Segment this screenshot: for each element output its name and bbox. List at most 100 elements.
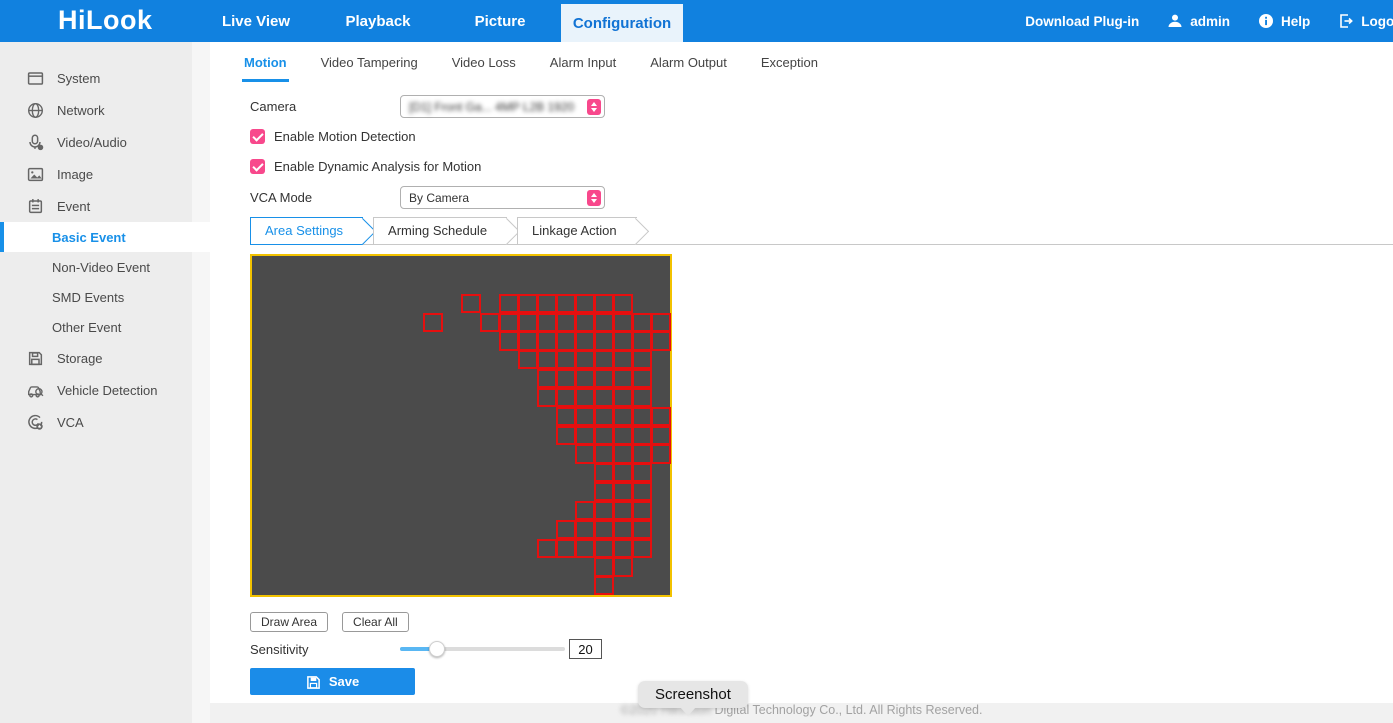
motion-grid-cell[interactable]	[537, 331, 557, 350]
motion-grid-cell[interactable]	[613, 407, 633, 426]
nav-tab-playback[interactable]: Playback	[317, 0, 439, 42]
motion-grid-cell[interactable]	[651, 407, 671, 426]
vca-mode-select[interactable]: By Camera	[400, 186, 605, 209]
motion-grid-cell[interactable]	[632, 482, 652, 501]
slider-thumb[interactable]	[429, 641, 445, 657]
tab-alarm-output[interactable]: Alarm Output	[648, 55, 729, 82]
motion-grid-cell[interactable]	[632, 444, 652, 463]
motion-grid-cell[interactable]	[594, 407, 614, 426]
motion-grid-cell[interactable]	[632, 520, 652, 539]
motion-grid-cell[interactable]	[537, 313, 557, 332]
motion-grid-cell[interactable]	[613, 482, 633, 501]
motion-grid-cell[interactable]	[556, 294, 576, 313]
motion-grid-cell[interactable]	[594, 313, 614, 332]
sidebar-item-basic-event[interactable]: Basic Event	[0, 222, 210, 252]
motion-grid-cell[interactable]	[594, 388, 614, 407]
motion-grid-cell[interactable]	[575, 520, 595, 539]
motion-grid-cell[interactable]	[518, 350, 538, 369]
motion-grid-cell[interactable]	[575, 294, 595, 313]
enable-motion-checkbox[interactable]	[250, 129, 265, 144]
motion-grid-cell[interactable]	[613, 369, 633, 388]
motion-grid-cell[interactable]	[537, 350, 557, 369]
motion-grid-cell[interactable]	[556, 539, 576, 558]
motion-grid-cell[interactable]	[423, 313, 443, 332]
motion-grid-cell[interactable]	[613, 557, 633, 576]
tab-exception[interactable]: Exception	[759, 55, 820, 82]
save-button[interactable]: Save	[250, 668, 415, 695]
motion-grid-cell[interactable]	[632, 331, 652, 350]
motion-grid-cell[interactable]	[613, 520, 633, 539]
subtab-arming-schedule[interactable]: Arming Schedule	[373, 217, 507, 245]
sensitivity-slider[interactable]	[400, 641, 565, 657]
motion-grid-cell[interactable]	[651, 313, 671, 332]
motion-grid-cell[interactable]	[632, 539, 652, 558]
motion-grid-cell[interactable]	[632, 501, 652, 520]
motion-grid-cell[interactable]	[575, 539, 595, 558]
motion-grid-cell[interactable]	[556, 331, 576, 350]
motion-grid-cell[interactable]	[575, 369, 595, 388]
motion-grid-cell[interactable]	[613, 313, 633, 332]
motion-grid-cell[interactable]	[594, 576, 614, 595]
motion-grid-cell[interactable]	[632, 426, 652, 445]
motion-grid-cell[interactable]	[556, 520, 576, 539]
motion-grid-cell[interactable]	[651, 331, 671, 350]
motion-grid-cell[interactable]	[613, 444, 633, 463]
sidebar-item-vehicle-detection[interactable]: Vehicle Detection	[0, 374, 210, 406]
camera-select[interactable]: [D1] Front Ga... 4MP L2B 1920	[400, 95, 605, 118]
motion-grid-cell[interactable]	[518, 294, 538, 313]
motion-grid-cell[interactable]	[594, 557, 614, 576]
motion-grid-cell[interactable]	[461, 294, 481, 313]
download-plugin-menu-item[interactable]: Download Plug-in	[1025, 14, 1139, 29]
motion-grid-cell[interactable]	[575, 407, 595, 426]
motion-grid-cell[interactable]	[632, 313, 652, 332]
motion-grid-cell[interactable]	[594, 369, 614, 388]
motion-grid-cell[interactable]	[594, 331, 614, 350]
motion-grid-cell[interactable]	[613, 539, 633, 558]
nav-tab-picture[interactable]: Picture	[439, 0, 561, 42]
nav-tab-live-view[interactable]: Live View	[195, 0, 317, 42]
motion-grid-cell[interactable]	[613, 331, 633, 350]
tab-video-loss[interactable]: Video Loss	[450, 55, 518, 82]
motion-grid-cell[interactable]	[594, 463, 614, 482]
sidebar-item-system[interactable]: System	[0, 62, 210, 94]
motion-grid-cell[interactable]	[537, 539, 557, 558]
logout-menu-item[interactable]: Logout	[1338, 13, 1393, 29]
motion-grid-cell[interactable]	[556, 388, 576, 407]
sidebar-item-other-event[interactable]: Other Event	[0, 312, 210, 342]
motion-grid-cell[interactable]	[632, 388, 652, 407]
motion-grid-cell[interactable]	[613, 501, 633, 520]
nav-tab-configuration[interactable]: Configuration	[561, 4, 683, 42]
motion-grid-cell[interactable]	[594, 501, 614, 520]
motion-grid-cell[interactable]	[556, 369, 576, 388]
motion-grid-cell[interactable]	[575, 388, 595, 407]
motion-grid-cell[interactable]	[537, 388, 557, 407]
motion-grid-cell[interactable]	[575, 444, 595, 463]
motion-grid-cell[interactable]	[575, 313, 595, 332]
motion-grid-cell[interactable]	[575, 350, 595, 369]
motion-grid-cell[interactable]	[575, 426, 595, 445]
tab-motion[interactable]: Motion	[242, 55, 289, 82]
select-stepper-icon[interactable]	[587, 99, 601, 115]
motion-grid-cell[interactable]	[594, 482, 614, 501]
motion-grid-cell[interactable]	[632, 369, 652, 388]
motion-grid-cell[interactable]	[556, 313, 576, 332]
motion-grid-cell[interactable]	[556, 426, 576, 445]
motion-grid-cell[interactable]	[499, 313, 519, 332]
sidebar-item-smd-events[interactable]: SMD Events	[0, 282, 210, 312]
draw-area-button[interactable]: Draw Area	[250, 612, 328, 632]
sidebar-item-vca[interactable]: VCA	[0, 406, 210, 438]
motion-grid-cell[interactable]	[594, 520, 614, 539]
motion-grid-cell[interactable]	[575, 331, 595, 350]
motion-grid-cell[interactable]	[632, 350, 652, 369]
select-stepper-icon[interactable]	[587, 190, 601, 206]
user-menu-menu-item[interactable]: admin	[1167, 13, 1230, 29]
subtab-area-settings[interactable]: Area Settings	[250, 217, 363, 245]
motion-grid-cell[interactable]	[499, 331, 519, 350]
sidebar-item-non-video-event[interactable]: Non-Video Event	[0, 252, 210, 282]
sidebar-item-image[interactable]: Image	[0, 158, 210, 190]
motion-grid-cell[interactable]	[632, 463, 652, 482]
motion-grid-cell[interactable]	[556, 407, 576, 426]
motion-grid-cell[interactable]	[518, 331, 538, 350]
motion-grid-cell[interactable]	[594, 539, 614, 558]
sidebar-item-video-audio[interactable]: Video/Audio	[0, 126, 210, 158]
